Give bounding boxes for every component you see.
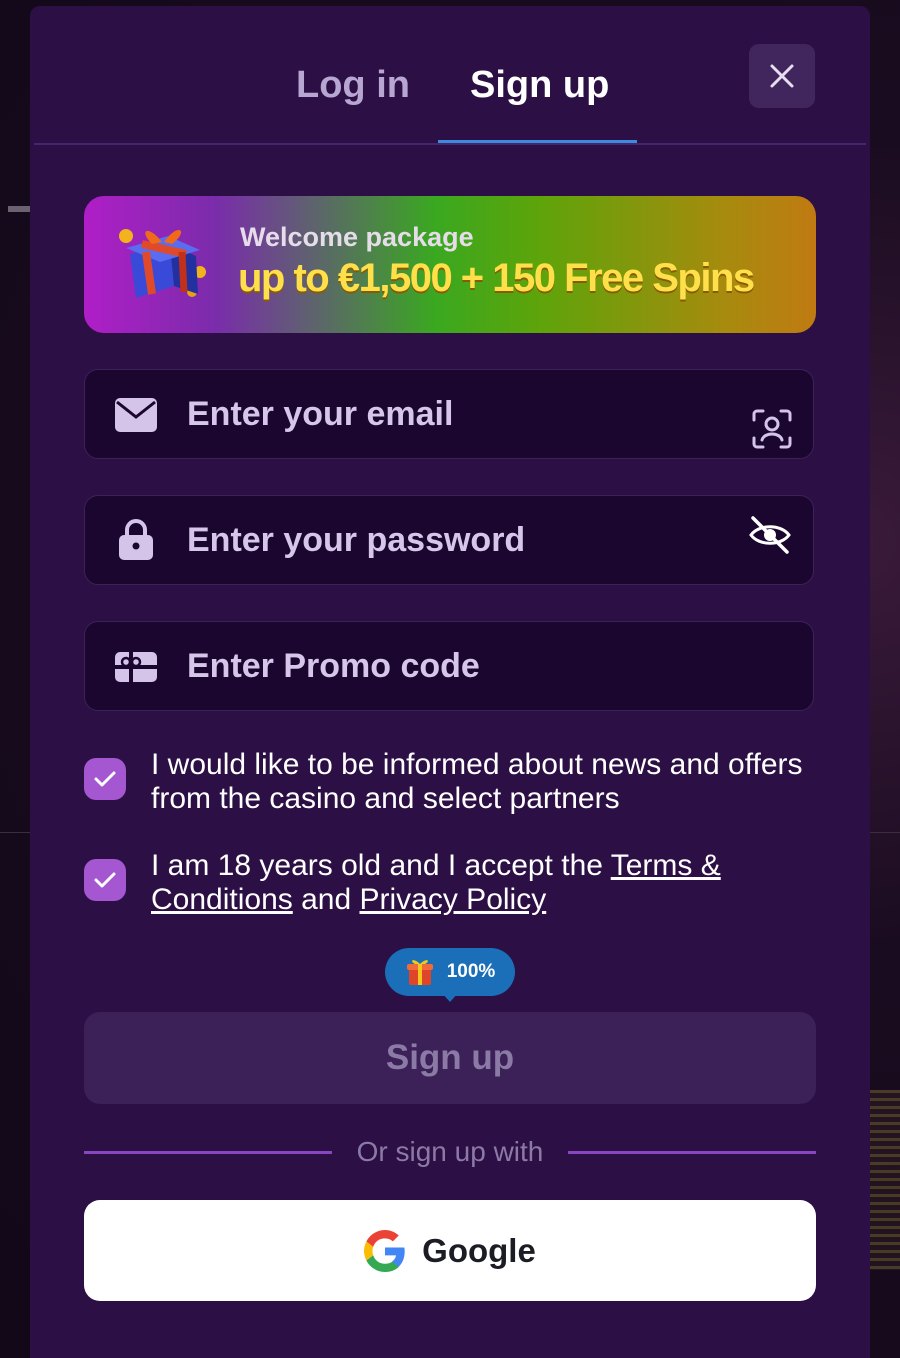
terms-consent-checkbox[interactable]: [84, 859, 126, 901]
password-field: [84, 495, 814, 585]
signup-submit-button[interactable]: Sign up: [84, 1012, 816, 1104]
eye-off-icon[interactable]: [747, 512, 793, 558]
background-decor: [870, 1090, 900, 1270]
promo-subtitle: Welcome package: [240, 222, 474, 252]
tab-signup[interactable]: Sign up: [470, 64, 609, 107]
promo-headline: up to €1,500 + 150 Free Spins: [238, 256, 755, 300]
close-icon: [770, 64, 794, 88]
promo-code-input[interactable]: [187, 644, 727, 688]
gift-card-icon: [115, 652, 157, 682]
news-consent-checkbox[interactable]: [84, 758, 126, 800]
news-consent-row: I would like to be informed about news a…: [84, 748, 824, 818]
google-signup-button[interactable]: Google: [84, 1200, 816, 1301]
password-input[interactable]: [187, 518, 727, 562]
terms-consent-label: I am 18 years old and I accept the Terms…: [151, 849, 811, 917]
welcome-promo-banner[interactable]: Welcome package up to €1,500 + 150 Free …: [84, 196, 816, 333]
email-field: [84, 369, 814, 459]
email-input[interactable]: [187, 392, 727, 436]
alt-signup-divider-text: Or sign up with: [356, 1136, 544, 1167]
terms-text-and: and: [292, 883, 360, 916]
google-button-label: Google: [422, 1231, 536, 1269]
google-logo-icon: [364, 1229, 405, 1272]
background-decor: [0, 832, 30, 833]
signup-modal: Log in Sign up Welcome package up to €1,…: [30, 6, 870, 1358]
checkmark-icon: [94, 771, 116, 787]
lock-icon: [119, 519, 153, 560]
terms-consent-row: I am 18 years old and I accept the Terms…: [84, 849, 824, 919]
gift-icon: [406, 960, 433, 985]
envelope-icon: [115, 398, 157, 432]
promo-code-field: [84, 621, 814, 711]
background-decor: [870, 832, 900, 833]
privacy-policy-link[interactable]: Privacy Policy: [360, 883, 547, 916]
news-consent-label: I would like to be informed about news a…: [151, 748, 803, 815]
gift-icon: [119, 229, 206, 298]
tab-login[interactable]: Log in: [296, 64, 410, 107]
bonus-badge-pointer: [441, 992, 459, 1002]
divider-line-left: [84, 1151, 332, 1154]
bonus-badge-text: 100%: [446, 961, 496, 982]
terms-text-prefix: I am 18 years old and I accept the: [151, 849, 611, 882]
auth-tabs: Log in Sign up: [30, 6, 870, 146]
divider-line-right: [568, 1151, 816, 1154]
bonus-badge: 100%: [385, 948, 515, 996]
close-button[interactable]: [749, 44, 815, 108]
face-scan-icon[interactable]: [751, 408, 793, 450]
tabs-divider: [34, 143, 866, 145]
checkmark-icon: [94, 872, 116, 888]
background-decor: [8, 206, 30, 212]
